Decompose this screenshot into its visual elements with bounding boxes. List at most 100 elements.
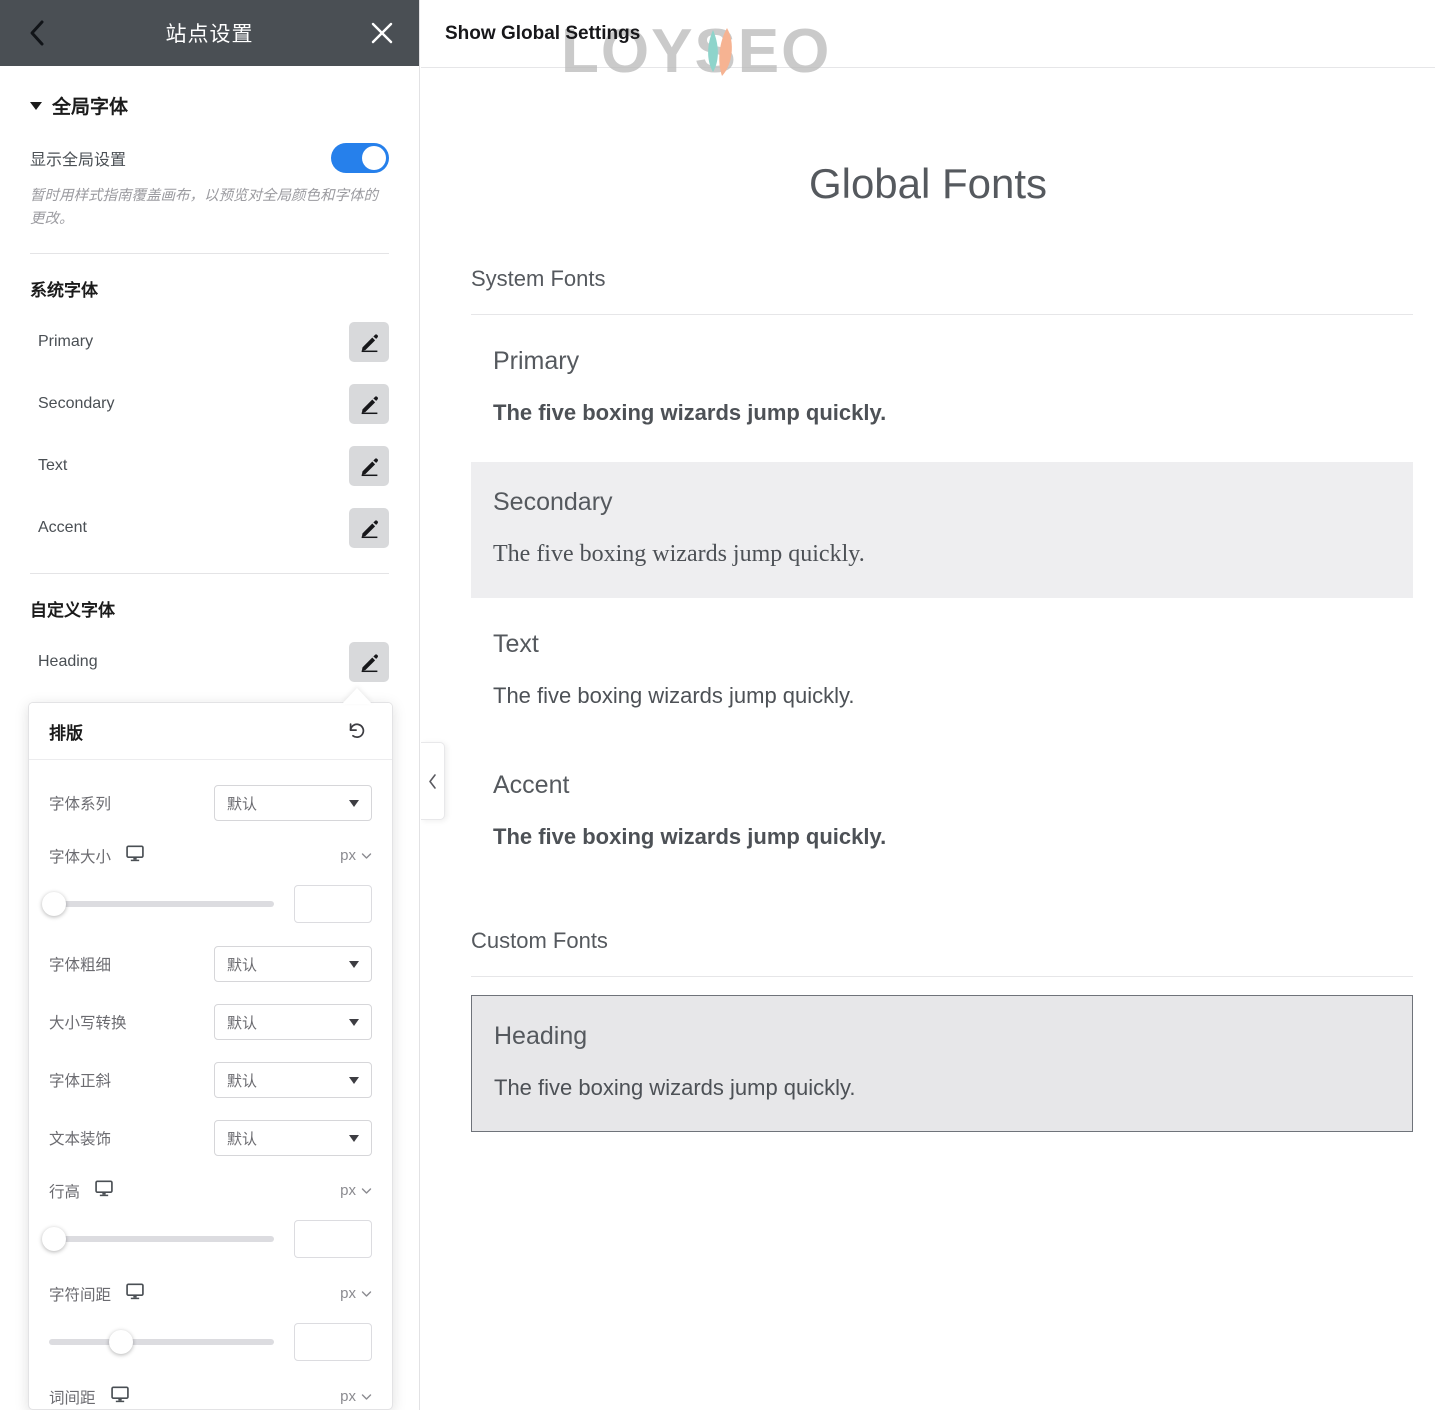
show-global-settings-row: 显示全局设置 [30, 129, 389, 179]
show-global-settings-badge: Show Global Settings [445, 22, 641, 44]
chevron-down-icon [361, 1187, 372, 1194]
typography-popup-body: 字体系列 默认 字体大小 px 字体粗细 默认 大小写转换 默认 字体正斜 默认… [29, 760, 392, 1409]
font-row-text[interactable]: Text [30, 435, 389, 497]
line-height-row: 行高 px [49, 1167, 372, 1214]
custom-fonts-group-label: 自定义字体 [30, 601, 115, 621]
custom-fonts-section: Custom Fonts Heading The five boxing wiz… [421, 880, 1435, 1132]
text-decoration-value: 默认 [227, 1130, 258, 1148]
font-row-label: Primary [38, 333, 94, 351]
font-row-label: Text [38, 457, 68, 475]
word-spacing-unit-value: px [340, 1388, 356, 1405]
font-preview-card-text: Text The five boxing wizards jump quickl… [471, 604, 1413, 739]
section-rule [471, 314, 1413, 315]
sidebar-title: 站点设置 [165, 23, 254, 46]
slider-thumb[interactable] [109, 1330, 133, 1354]
font-preview-card-heading: Heading The five boxing wizards jump qui… [471, 995, 1413, 1132]
font-card-name: Heading [494, 1022, 588, 1050]
text-decoration-row: 文本装饰 默认 [49, 1109, 372, 1167]
collapse-panel-handle[interactable] [421, 742, 445, 820]
font-family-row: 字体系列 默认 [49, 774, 372, 832]
line-height-slider[interactable] [41, 1227, 274, 1251]
word-spacing-unit-select[interactable]: px [340, 1388, 372, 1405]
font-preview-card-primary: Primary The five boxing wizards jump qui… [471, 321, 1413, 456]
font-card-sample: The five boxing wizards jump quickly. [493, 683, 855, 708]
font-size-unit-select[interactable]: px [340, 847, 372, 864]
font-size-slider[interactable] [41, 892, 274, 916]
font-size-label: 字体大小 [49, 848, 112, 866]
show-global-settings-label: 显示全局设置 [30, 152, 127, 169]
font-card-sample: The five boxing wizards jump quickly. [493, 541, 865, 567]
font-weight-select[interactable]: 默认 [214, 946, 372, 982]
text-decoration-select[interactable]: 默认 [214, 1120, 372, 1156]
font-row-primary[interactable]: Primary [30, 311, 389, 373]
reset-icon[interactable] [340, 714, 374, 748]
slider-thumb[interactable] [41, 1227, 66, 1251]
slider-thumb[interactable] [41, 892, 66, 916]
font-row-label: Secondary [38, 395, 115, 413]
edit-pencil-icon[interactable] [349, 322, 389, 363]
font-row-heading[interactable]: Heading [30, 631, 389, 693]
system-fonts-group-label: 系统字体 [30, 281, 98, 301]
page-title: Global Fonts [808, 160, 1048, 207]
typography-popup-title: 排版 [49, 723, 83, 743]
chevron-down-icon [361, 1393, 372, 1400]
font-size-input[interactable] [294, 885, 372, 923]
edit-pencil-icon[interactable] [349, 508, 389, 549]
font-family-select[interactable]: 默认 [214, 785, 372, 821]
font-size-unit-value: px [340, 847, 356, 864]
word-spacing-label: 词间距 [49, 1389, 96, 1407]
letter-spacing-unit-select[interactable]: px [340, 1285, 372, 1302]
back-chevron-icon[interactable] [20, 16, 54, 50]
line-height-unit-select[interactable]: px [340, 1182, 372, 1199]
font-family-value: 默认 [227, 795, 258, 813]
typography-popup: 排版 字体系列 默认 字体大小 px 字体粗细 默认 大小写转换 默认 字体正斜… [28, 702, 393, 1410]
desktop-monitor-icon[interactable] [125, 843, 145, 868]
text-transform-row: 大小写转换 默认 [49, 993, 372, 1051]
word-spacing-row: 词间距 px [49, 1373, 372, 1409]
typography-popup-header: 排版 [29, 703, 392, 760]
sidebar-header: 站点设置 [0, 0, 419, 66]
popup-pointer-arrow [342, 688, 372, 704]
letter-spacing-slider[interactable] [49, 1330, 274, 1354]
letter-spacing-input[interactable] [294, 1323, 372, 1361]
text-transform-select[interactable]: 默认 [214, 1004, 372, 1040]
chevron-down-icon [349, 1076, 359, 1084]
text-transform-value: 默认 [227, 1014, 258, 1032]
chevron-down-icon [349, 960, 359, 968]
font-row-accent[interactable]: Accent [30, 497, 389, 559]
chevron-left-icon [429, 773, 436, 789]
font-size-slider-row [41, 879, 372, 935]
line-height-unit-value: px [340, 1182, 356, 1199]
desktop-monitor-icon[interactable] [125, 1281, 145, 1306]
letter-spacing-unit-value: px [340, 1285, 356, 1302]
letter-spacing-row: 字符间距 px [49, 1270, 372, 1317]
line-height-label: 行高 [49, 1183, 81, 1201]
font-style-value: 默认 [227, 1072, 258, 1090]
sidebar-body: 全局字体 显示全局设置 暂时用样式指南覆盖画布，以预览对全局颜色和字体的更改。 … [0, 66, 419, 693]
font-row-secondary[interactable]: Secondary [30, 373, 389, 435]
global-settings-hint: 暂时用样式指南覆盖画布，以预览对全局颜色和字体的更改。 [30, 188, 378, 228]
toggle-knob [362, 146, 386, 170]
desktop-monitor-icon[interactable] [110, 1384, 130, 1409]
edit-pencil-icon[interactable] [349, 446, 389, 487]
edit-pencil-icon[interactable] [349, 642, 389, 683]
font-card-name: Text [493, 630, 539, 658]
font-weight-value: 默认 [227, 956, 258, 974]
line-height-input[interactable] [294, 1220, 372, 1258]
text-transform-label: 大小写转换 [49, 1015, 127, 1032]
font-weight-row: 字体粗细 默认 [49, 935, 372, 993]
global-fonts-section-header[interactable]: 全局字体 [30, 66, 389, 129]
font-preview-card-secondary: Secondary The five boxing wizards jump q… [471, 462, 1413, 598]
font-style-select[interactable]: 默认 [214, 1062, 372, 1098]
show-global-settings-toggle[interactable] [331, 143, 389, 173]
font-family-label: 字体系列 [49, 796, 112, 813]
line-height-slider-row [41, 1214, 372, 1270]
desktop-monitor-icon[interactable] [94, 1178, 114, 1203]
font-row-label: Heading [38, 653, 98, 671]
close-icon[interactable] [365, 16, 399, 50]
edit-pencil-icon[interactable] [349, 384, 389, 425]
font-card-name: Primary [493, 347, 580, 375]
section-heading: System Fonts [471, 266, 606, 291]
caret-down-icon [30, 101, 42, 110]
chevron-down-icon [361, 1290, 372, 1297]
